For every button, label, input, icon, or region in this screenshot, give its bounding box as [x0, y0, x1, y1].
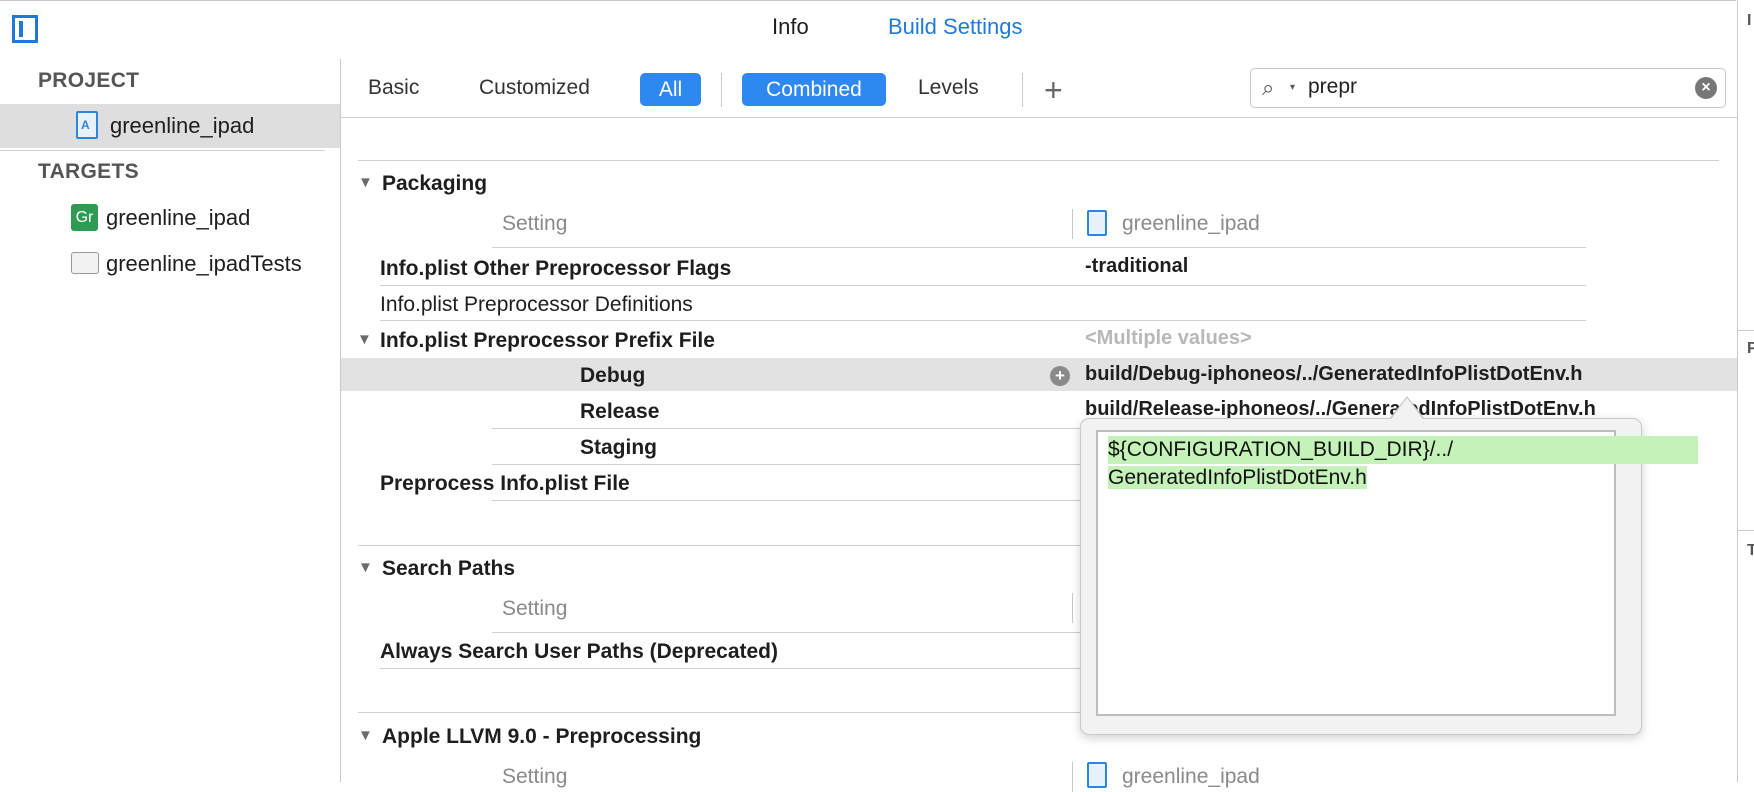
filter-basic[interactable]: Basic: [368, 76, 419, 100]
editor-line-1[interactable]: ${CONFIGURATION_BUILD_DIR}/../: [1108, 436, 1698, 464]
setting-preprocessor-prefix-file[interactable]: Info.plist Preprocessor Prefix File: [380, 329, 715, 353]
inspector-edge-label: P: [1747, 340, 1754, 357]
setting-preprocessor-definitions[interactable]: Info.plist Preprocessor Definitions: [380, 293, 693, 317]
target-item-greenline-ipad[interactable]: greenline_ipad: [106, 205, 250, 231]
tab-info[interactable]: Info: [772, 14, 809, 40]
clear-icon[interactable]: ×: [1695, 77, 1717, 99]
editor-line-2-container: GeneratedInfoPlistDotEnv.h: [1108, 464, 1367, 492]
inspector-edge-divider: [1738, 330, 1754, 331]
project-heading: PROJECT: [38, 69, 140, 92]
setting-always-search-user-paths[interactable]: Always Search User Paths (Deprecated): [380, 640, 778, 664]
row-divider: [380, 320, 1586, 321]
section-title-search-paths[interactable]: Search Paths: [382, 557, 515, 581]
section-divider: [358, 712, 1082, 713]
row-divider: [492, 464, 1082, 465]
column-header-target: greenline_ipad: [1122, 212, 1260, 235]
sidebar-toggle-icon[interactable]: [12, 15, 38, 43]
filter-separator: [721, 73, 722, 107]
search-input[interactable]: prepr: [1308, 75, 1357, 99]
setting-other-preprocessor-flags[interactable]: Info.plist Other Preprocessor Flags: [380, 257, 731, 281]
editor-line-2[interactable]: GeneratedInfoPlistDotEnv.h: [1108, 466, 1367, 489]
app-target-icon: Gr: [71, 204, 98, 231]
inspector-edge-label: I: [1747, 12, 1752, 29]
disclosure-triangle-icon[interactable]: ▼: [358, 559, 373, 576]
value-debug[interactable]: build/Debug-iphoneos/../GeneratedInfoPli…: [1085, 363, 1582, 386]
add-condition-icon[interactable]: +: [1050, 366, 1070, 386]
editor-line-1-container: ${CONFIGURATION_BUILD_DIR}/../: [1108, 436, 1698, 464]
filter-combined[interactable]: Combined: [742, 73, 886, 106]
chevron-down-icon[interactable]: ▾: [1290, 82, 1295, 93]
popover-arrow: [1391, 398, 1423, 419]
setting-preprocess-info-plist[interactable]: Preprocess Info.plist File: [380, 472, 630, 496]
column-divider: [1072, 209, 1073, 239]
filter-all[interactable]: All: [640, 73, 701, 106]
filter-customized[interactable]: Customized: [479, 76, 590, 100]
column-divider: [1072, 593, 1073, 623]
value-other-preprocessor-flags[interactable]: -traditional: [1085, 255, 1188, 278]
magnifier-icon[interactable]: ⌕: [1262, 75, 1274, 101]
row-divider: [380, 668, 1082, 669]
column-header-setting: Setting: [502, 212, 568, 235]
column-header-target: greenline_ipad: [1122, 765, 1260, 788]
tab-build-settings[interactable]: Build Settings: [888, 14, 1023, 40]
folder-icon: [71, 252, 99, 274]
disclosure-triangle-icon[interactable]: ▼: [357, 331, 372, 348]
row-divider: [492, 632, 1082, 633]
row-divider: [492, 428, 1082, 429]
setting-staging[interactable]: Staging: [580, 436, 657, 460]
inspector-edge: [1737, 0, 1754, 782]
project-file-icon: [76, 111, 98, 139]
navigator-divider: [0, 150, 325, 151]
column-divider: [1072, 762, 1073, 792]
targets-heading: TARGETS: [38, 160, 139, 183]
disclosure-triangle-icon[interactable]: ▼: [358, 174, 373, 191]
filter-separator: [1022, 73, 1023, 107]
setting-release[interactable]: Release: [580, 400, 659, 424]
inspector-edge-divider: [1738, 530, 1754, 531]
project-item-label[interactable]: greenline_ipad: [110, 113, 254, 139]
add-setting-button[interactable]: +: [1044, 72, 1063, 109]
project-file-icon: [1087, 210, 1107, 236]
inspector-edge-label: T: [1747, 542, 1754, 559]
row-divider: [380, 285, 1586, 286]
column-header-setting: Setting: [502, 765, 568, 788]
section-divider: [358, 160, 1719, 161]
row-divider: [492, 500, 1082, 501]
disclosure-triangle-icon[interactable]: ▼: [358, 727, 373, 744]
row-divider: [492, 247, 1586, 248]
project-file-icon: [1087, 762, 1107, 788]
editor-top-bar: [0, 0, 1736, 60]
column-header-setting: Setting: [502, 597, 568, 620]
filter-levels[interactable]: Levels: [918, 76, 979, 100]
section-title-apple-llvm-preprocessing[interactable]: Apple LLVM 9.0 - Preprocessing: [382, 725, 701, 749]
target-item-greenline-ipadtests[interactable]: greenline_ipadTests: [106, 251, 302, 277]
setting-debug[interactable]: Debug: [580, 364, 645, 388]
section-title-packaging[interactable]: Packaging: [382, 172, 487, 196]
value-multiple-values[interactable]: <Multiple values>: [1085, 327, 1252, 350]
section-divider: [358, 545, 1082, 546]
